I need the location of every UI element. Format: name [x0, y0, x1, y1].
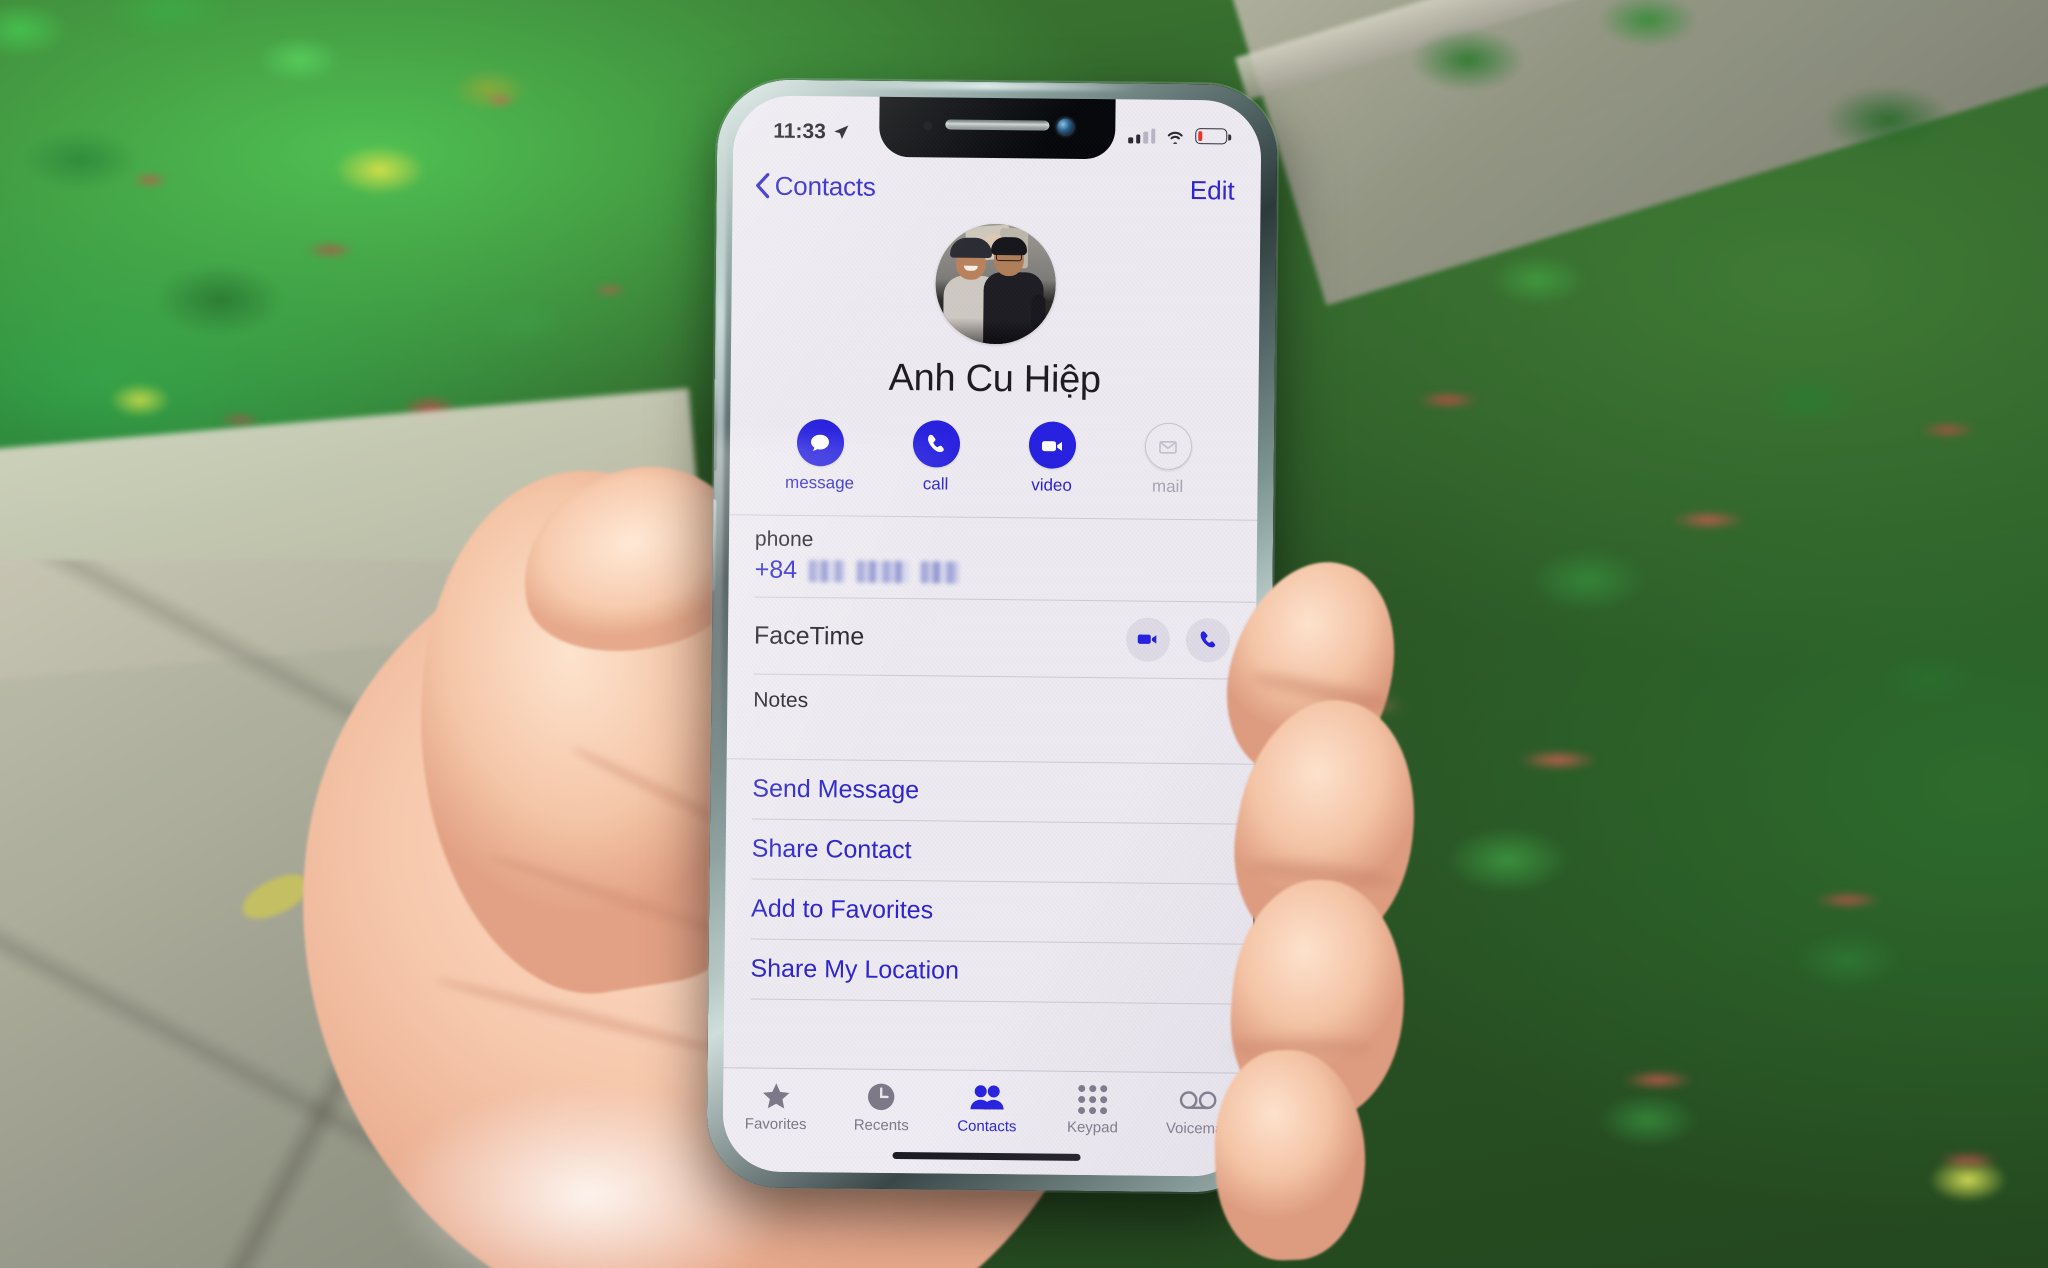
edit-button[interactable]: Edit [1190, 175, 1235, 206]
wifi-icon [1167, 131, 1183, 145]
call-action-button[interactable]: call [900, 420, 971, 495]
phone-field-label: phone [754, 527, 814, 552]
notes-label: Notes [753, 688, 809, 713]
navigation-bar: Contacts Edit [732, 157, 1261, 219]
phone-field-value: +84 [754, 552, 1230, 602]
display-notch [879, 95, 1116, 160]
facetime-buttons [1125, 617, 1231, 663]
call-action-label: call [922, 474, 949, 494]
proximity-sensor-icon [923, 121, 933, 131]
back-button-label: Contacts [774, 170, 876, 202]
avatar[interactable] [935, 223, 1057, 345]
message-action-label: message [784, 472, 855, 493]
tab-keypad[interactable]: Keypad [1044, 1082, 1141, 1137]
earpiece-speaker [945, 119, 1050, 131]
front-camera-icon [1057, 118, 1074, 135]
video-camera-icon [1137, 634, 1157, 644]
keypad-dots-icon [1045, 1082, 1141, 1117]
video-action-label: video [1031, 475, 1072, 495]
status-bar-time: 11:33 [773, 119, 826, 144]
mail-action-label: mail [1151, 476, 1184, 496]
share-my-location-button[interactable]: Share My Location [724, 939, 1253, 1004]
envelope-icon [1144, 422, 1192, 471]
tab-recents[interactable]: Recents [833, 1079, 930, 1134]
phone-field-row[interactable]: phone +84 [728, 515, 1257, 602]
facetime-video-button[interactable] [1125, 617, 1171, 662]
tab-contacts-label: Contacts [957, 1117, 1017, 1136]
message-action-button[interactable]: message [784, 418, 855, 494]
page-title: Anh Cu Hiệp [888, 356, 1101, 402]
message-bubble-icon [796, 418, 844, 467]
location-arrow-icon [833, 125, 848, 139]
tab-recents-label: Recents [853, 1116, 909, 1135]
tab-bar: Favorites Recents Contacts Keypad Voicem… [722, 1067, 1252, 1177]
tab-favorites-label: Favorites [744, 1115, 807, 1134]
share-contact-button[interactable]: Share Contact [725, 819, 1254, 884]
phone-handset-icon [1200, 631, 1216, 648]
contact-header: Anh Cu Hiệp [730, 213, 1260, 406]
iphone-device: 11:33 Contacts Edit Anh Cu Hiệp message … [706, 79, 1278, 1193]
contact-detail-list: phone +84 FaceTime Notes Send Message Sh… [724, 514, 1258, 1005]
tab-keypad-label: Keypad [1066, 1118, 1118, 1137]
notes-row[interactable]: Notes [727, 674, 1256, 764]
clock-icon [833, 1079, 929, 1114]
phone-handset-icon [912, 420, 960, 468]
redacted-number-part [856, 560, 910, 583]
redacted-number-part [920, 560, 960, 584]
mail-action-button: mail [1132, 422, 1203, 497]
tab-favorites[interactable]: Favorites [728, 1078, 825, 1133]
phone-country-code: +84 [754, 555, 798, 584]
red-stems-right [1328, 340, 2048, 1240]
facetime-audio-button[interactable] [1185, 618, 1231, 663]
cellular-signal-icon [1128, 127, 1156, 144]
back-to-contacts-button[interactable]: Contacts [755, 170, 876, 202]
status-bar-right [1128, 117, 1228, 145]
video-action-button[interactable]: video [1016, 421, 1087, 496]
chevron-left-icon [756, 173, 770, 199]
add-to-favorites-button[interactable]: Add to Favorites [725, 879, 1254, 944]
tab-contacts[interactable]: Contacts [939, 1080, 1036, 1135]
facetime-label: FaceTime [753, 621, 865, 651]
star-icon [728, 1078, 824, 1113]
quick-actions: message call video mail [729, 418, 1258, 498]
video-camera-icon [1028, 421, 1076, 469]
send-message-button[interactable]: Send Message [726, 759, 1255, 824]
people-icon [939, 1080, 1035, 1115]
facetime-row: FaceTime [728, 597, 1257, 679]
battery-icon [1195, 128, 1228, 145]
phone-screen: 11:33 Contacts Edit Anh Cu Hiệp message … [722, 95, 1262, 1177]
redacted-number-part [808, 559, 846, 582]
